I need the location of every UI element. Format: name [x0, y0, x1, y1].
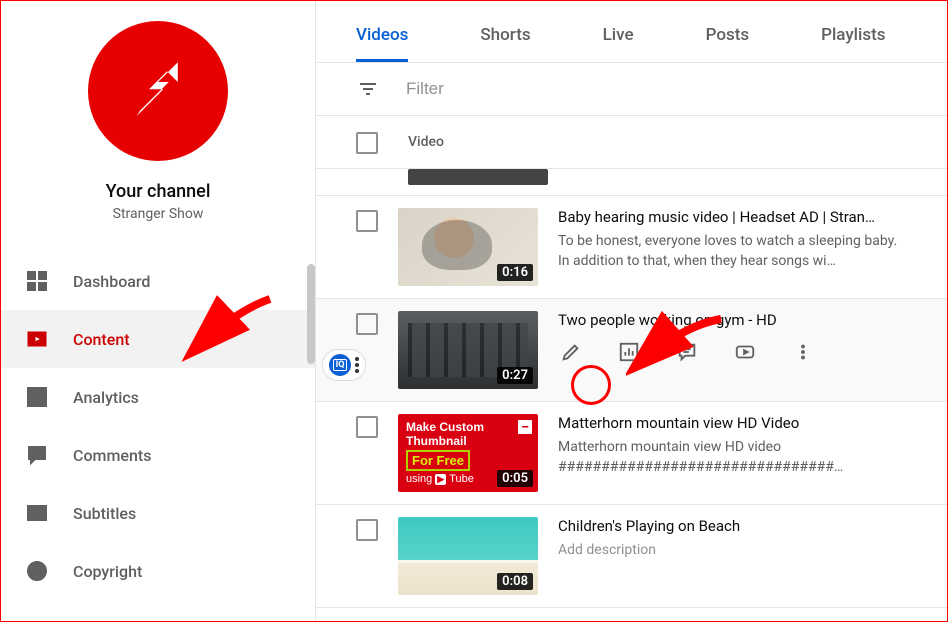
- video-duration: 0:08: [497, 573, 533, 590]
- video-meta: Children's Playing on Beach Add descript…: [558, 517, 907, 561]
- video-title[interactable]: Matterhorn mountain view HD Video: [558, 414, 907, 432]
- channel-title: Your channel: [1, 181, 315, 202]
- bar-chart-icon: [618, 341, 640, 363]
- sidebar-item-label: Analytics: [73, 388, 139, 407]
- table-row[interactable]: 0:16 Baby hearing music video | Headset …: [316, 196, 947, 299]
- row-checkbox[interactable]: [356, 210, 378, 232]
- sidebar-item-label: Dashboard: [73, 272, 150, 291]
- video-thumbnail[interactable]: [408, 169, 548, 185]
- thumbnail-overlay-text: Make Custom Thumbnail For Free using▶Tub…: [406, 420, 506, 485]
- video-title[interactable]: Children's Playing on Beach: [558, 517, 907, 535]
- sidebar-item-copyright[interactable]: Copyright: [1, 542, 315, 600]
- sidebar-item-label: Subtitles: [73, 504, 136, 523]
- row-checkbox[interactable]: [356, 519, 378, 541]
- video-meta: Baby hearing music video | Headset AD | …: [558, 208, 907, 271]
- iq-icon: IQ: [329, 354, 351, 376]
- sidebar-item-label: Comments: [73, 446, 151, 465]
- analytics-button[interactable]: [616, 339, 642, 365]
- filter-icon[interactable]: [356, 77, 380, 101]
- comment-icon: [676, 341, 698, 363]
- channel-name: Stranger Show: [1, 206, 315, 222]
- content-icon: [25, 327, 49, 351]
- sidebar-item-comments[interactable]: Comments: [1, 426, 315, 484]
- sidebar-nav: Dashboard Content Analytics Comments Sub…: [1, 252, 315, 600]
- row-checkbox[interactable]: [356, 313, 378, 335]
- filter-bar: [316, 63, 947, 116]
- tab-posts[interactable]: Posts: [706, 11, 750, 62]
- sidebar-item-label: Copyright: [73, 562, 142, 581]
- sidebar-item-content[interactable]: Content: [1, 310, 315, 368]
- subtitles-icon: [25, 501, 49, 525]
- video-list: 0:16 Baby hearing music video | Headset …: [316, 169, 947, 621]
- edit-button[interactable]: [558, 339, 584, 365]
- video-description: Matterhorn mountain view HD video ######…: [558, 438, 907, 477]
- comments-button[interactable]: [674, 339, 700, 365]
- filter-input[interactable]: [406, 79, 907, 99]
- content-tabs: Videos Shorts Live Posts Playlists Podc: [316, 1, 947, 63]
- video-description[interactable]: Add description: [558, 541, 907, 561]
- video-duration: 0:27: [497, 367, 533, 384]
- video-title[interactable]: Baby hearing music video | Headset AD | …: [558, 208, 907, 226]
- tab-playlists[interactable]: Playlists: [821, 11, 885, 62]
- youtube-icon: [734, 341, 756, 363]
- close-icon: –: [518, 420, 532, 434]
- sidebar: Your channel Stranger Show Dashboard Con…: [1, 1, 315, 621]
- video-meta: Matterhorn mountain view HD Video Matter…: [558, 414, 907, 477]
- sidebar-item-label: Content: [73, 330, 130, 349]
- list-header: Video: [316, 116, 947, 169]
- video-title[interactable]: Two people working on gym - HD: [558, 311, 907, 329]
- video-thumbnail[interactable]: 0:08: [398, 517, 538, 595]
- comments-icon: [25, 443, 49, 467]
- select-all-checkbox[interactable]: [356, 132, 378, 154]
- tab-live[interactable]: Live: [603, 11, 634, 62]
- sidebar-item-analytics[interactable]: Analytics: [1, 368, 315, 426]
- copyright-icon: [25, 559, 49, 583]
- row-action-toolbar: [558, 339, 907, 365]
- more-button[interactable]: [790, 339, 816, 365]
- analytics-icon: [25, 385, 49, 409]
- more-vertical-icon: [355, 357, 359, 373]
- channel-header: Your channel Stranger Show: [1, 1, 315, 252]
- youtube-button[interactable]: [732, 339, 758, 365]
- video-thumbnail[interactable]: 0:27: [398, 311, 538, 389]
- video-description: To be honest, everyone loves to watch a …: [558, 232, 907, 271]
- video-duration: 0:05: [497, 470, 533, 487]
- scrollbar-thumb[interactable]: [307, 264, 315, 364]
- dashboard-icon: [25, 269, 49, 293]
- arrow-up-icon: [113, 46, 203, 136]
- pencil-icon: [560, 341, 582, 363]
- sidebar-item-subtitles[interactable]: Subtitles: [1, 484, 315, 542]
- row-checkbox[interactable]: [356, 416, 378, 438]
- tab-videos[interactable]: Videos: [356, 11, 408, 62]
- table-row[interactable]: 0:08 Children's Playing on Beach Add des…: [316, 505, 947, 608]
- sidebar-item-dashboard[interactable]: Dashboard: [1, 252, 315, 310]
- extension-badge[interactable]: IQ: [322, 349, 366, 381]
- video-thumbnail[interactable]: – Make Custom Thumbnail For Free using▶T…: [398, 414, 538, 492]
- more-vertical-icon: [792, 341, 814, 363]
- table-row[interactable]: – Make Custom Thumbnail For Free using▶T…: [316, 402, 947, 505]
- column-header-video: Video: [408, 134, 444, 150]
- main-panel: Videos Shorts Live Posts Playlists Podc …: [315, 1, 947, 621]
- channel-avatar[interactable]: [88, 21, 228, 161]
- tab-shorts[interactable]: Shorts: [480, 11, 530, 62]
- video-duration: 0:16: [497, 264, 533, 281]
- video-thumbnail[interactable]: 0:16: [398, 208, 538, 286]
- table-row[interactable]: [316, 169, 947, 196]
- video-meta: Two people working on gym - HD: [558, 311, 907, 365]
- table-row[interactable]: 0:27 Two people working on gym - HD IQ: [316, 299, 947, 402]
